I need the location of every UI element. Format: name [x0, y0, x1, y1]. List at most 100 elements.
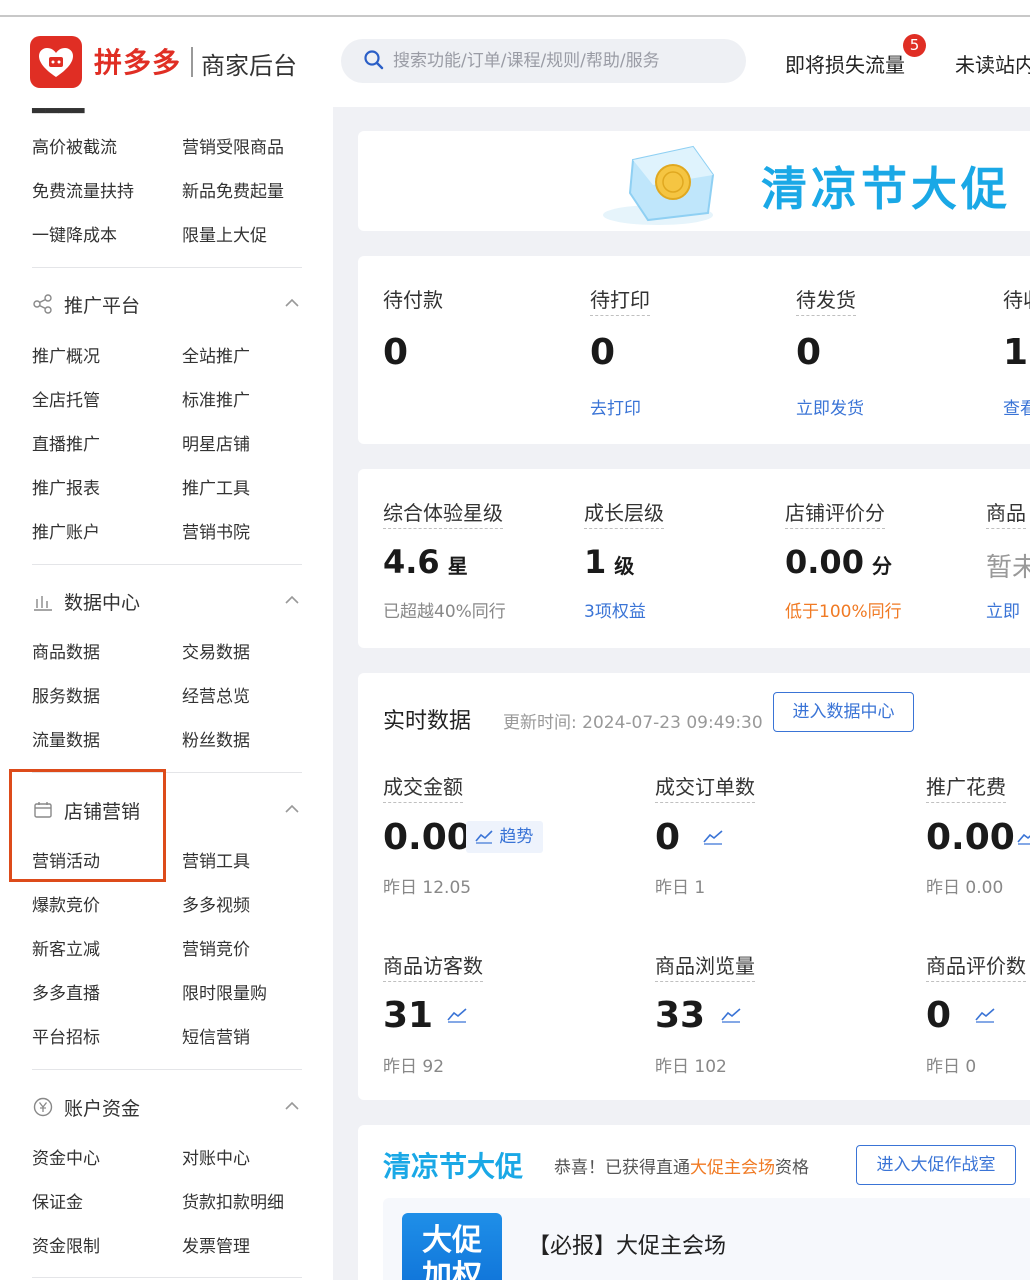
- update-time: 更新时间: 2024-07-23 09:49:30: [503, 713, 763, 733]
- trend-icon[interactable]: [702, 828, 724, 846]
- section-title-data-center[interactable]: 数据中心: [64, 588, 140, 615]
- shop-stat-value: 暂未: [986, 553, 1030, 583]
- global-search[interactable]: [341, 39, 746, 83]
- sidebar-item[interactable]: 新客立减: [32, 935, 100, 960]
- sidebar-item[interactable]: 高价被截流: [32, 133, 117, 158]
- sidebar-item[interactable]: 发票管理: [182, 1232, 250, 1257]
- go-print-link[interactable]: 去打印: [590, 394, 641, 419]
- chevron-up-icon[interactable]: [283, 803, 301, 815]
- annotation-highlight-box: [9, 769, 166, 882]
- sidebar-item[interactable]: 平台招标: [32, 1023, 100, 1048]
- sidebar-item[interactable]: 推广报表: [32, 474, 100, 499]
- metric-label: 推广花费: [926, 771, 1006, 803]
- metric-value: 0: [655, 817, 681, 858]
- trend-icon[interactable]: [720, 1006, 742, 1024]
- sidebar-item[interactable]: 标准推广: [182, 386, 250, 411]
- pinduoduo-logo-icon[interactable]: [30, 36, 82, 88]
- sidebar-item[interactable]: 营销竞价: [182, 935, 250, 960]
- trend-icon[interactable]: [446, 1006, 468, 1024]
- search-icon: [364, 50, 384, 70]
- realtime-data-card: 实时数据 更新时间: 2024-07-23 09:49:30 进入数据中心 成交…: [358, 673, 1030, 1100]
- trend-label: 趋势: [499, 827, 534, 847]
- bar-chart-icon: [34, 596, 52, 611]
- sidebar-item[interactable]: 直播推广: [32, 430, 100, 455]
- sidebar-item[interactable]: 服务数据: [32, 682, 100, 707]
- header-link-traffic-loss[interactable]: 即将损失流量: [785, 49, 905, 78]
- chevron-up-icon[interactable]: [283, 1100, 301, 1112]
- section-title-account-funds[interactable]: 账户资金: [64, 1094, 140, 1121]
- sidebar-item[interactable]: 营销受限商品: [182, 133, 284, 158]
- promo-item-row[interactable]: 大促 加权 【必报】大促主会场: [383, 1198, 1030, 1280]
- sidebar-item[interactable]: 全站推广: [182, 342, 250, 367]
- header-link-unread-messages[interactable]: 未读站内: [955, 49, 1030, 78]
- sidebar-item[interactable]: 限量上大促: [182, 221, 267, 246]
- trend-icon[interactable]: [974, 1006, 996, 1024]
- ship-now-link[interactable]: 立即发货: [796, 394, 864, 419]
- sidebar-item[interactable]: 短信营销: [182, 1023, 250, 1048]
- sidebar-divider: [32, 564, 302, 565]
- sidebar-item[interactable]: 对账中心: [182, 1144, 250, 1169]
- sidebar-item[interactable]: 货款扣款明细: [182, 1188, 284, 1213]
- order-label: 待发货: [796, 284, 856, 316]
- sidebar-item[interactable]: 交易数据: [182, 638, 250, 663]
- sidebar-item[interactable]: 粉丝数据: [182, 726, 250, 751]
- sidebar-item[interactable]: 经营总览: [182, 682, 250, 707]
- trend-button[interactable]: 趋势: [466, 821, 544, 853]
- sidebar-item[interactable]: 商品数据: [32, 638, 100, 663]
- view-link[interactable]: 查看: [1003, 394, 1030, 419]
- order-status-card: 待付款 0 待打印 0 去打印 待发货 0 立即发货 待收货 11 查看: [358, 256, 1030, 444]
- brand-divider: [191, 47, 193, 77]
- sidebar-item[interactable]: 推广概况: [32, 342, 100, 367]
- order-value[interactable]: 0: [383, 332, 408, 373]
- shop-stat-sub-warning: 低于100%同行: [785, 602, 902, 622]
- sidebar-item[interactable]: 营销书院: [182, 518, 250, 543]
- sidebar-item[interactable]: 爆款竞价: [32, 891, 100, 916]
- sidebar-item[interactable]: 推广工具: [182, 474, 250, 499]
- promo-banner[interactable]: 清凉节大促: [358, 131, 1030, 231]
- metric-value: 0.00: [926, 817, 1015, 858]
- order-value[interactable]: 11: [1003, 332, 1030, 373]
- shop-stats-card: 综合体验星级 4.6 星 已超越40%同行 成长层级 1级 3项权益 店铺评价分 …: [358, 469, 1030, 648]
- brand-name[interactable]: 拼多多: [94, 41, 181, 81]
- chevron-up-icon[interactable]: [283, 594, 301, 606]
- brand-subtitle: 商家后台: [201, 52, 297, 80]
- metric-label: 商品浏览量: [655, 950, 755, 982]
- sidebar-item[interactable]: 资金限制: [32, 1232, 100, 1257]
- metric-yesterday: 昨日 92: [383, 1057, 445, 1077]
- sidebar-item[interactable]: 资金中心: [32, 1144, 100, 1169]
- sidebar-item[interactable]: 新品免费起量: [182, 177, 284, 202]
- sidebar-item[interactable]: 保证金: [32, 1188, 83, 1213]
- order-value[interactable]: 0: [590, 332, 615, 373]
- sidebar-item[interactable]: 限时限量购: [182, 979, 267, 1004]
- sidebar-item[interactable]: 推广账户: [32, 518, 100, 543]
- metric-label: 成交金额: [383, 771, 463, 803]
- sidebar-item[interactable]: 多多直播: [32, 979, 100, 1004]
- sidebar-item[interactable]: 明星店铺: [182, 430, 250, 455]
- search-input[interactable]: [393, 47, 733, 75]
- yen-icon: [33, 1097, 53, 1117]
- shop-stat-value: 0.00 分: [785, 543, 892, 581]
- enter-war-room-button[interactable]: 进入大促作战室: [856, 1145, 1016, 1185]
- sidebar-item[interactable]: 一键降成本: [32, 221, 117, 246]
- promo-item-title: 【必报】大促主会场: [528, 1234, 727, 1259]
- sidebar-item[interactable]: 多多视频: [182, 891, 250, 916]
- metric-yesterday: 昨日 1: [655, 878, 706, 898]
- trend-icon[interactable]: [1016, 828, 1030, 846]
- shop-stat-value: 4.6 星: [383, 543, 468, 581]
- order-value[interactable]: 0: [796, 332, 821, 373]
- sidebar-item[interactable]: 营销工具: [182, 847, 250, 872]
- top-header: 拼多多 商家后台 即将损失流量 5 未读站内: [0, 17, 1030, 107]
- sidebar-item[interactable]: 免费流量扶持: [32, 177, 134, 202]
- sidebar-item[interactable]: 流量数据: [32, 726, 100, 751]
- section-title-promotion[interactable]: 推广平台: [64, 291, 140, 318]
- promo-qualification-text: 恭喜！已获得直通大促主会场资格: [554, 1158, 809, 1178]
- order-label: 待打印: [590, 284, 650, 316]
- enter-data-center-button[interactable]: 进入数据中心: [773, 692, 914, 732]
- sidebar-item[interactable]: 全店托管: [32, 386, 100, 411]
- rights-link[interactable]: 3项权益: [584, 597, 646, 622]
- shop-stat-link[interactable]: 立即: [986, 597, 1020, 622]
- sidebar-divider: [32, 267, 302, 268]
- metric-label: 成交订单数: [655, 771, 755, 803]
- chevron-up-icon[interactable]: [283, 297, 301, 309]
- share-icon: [33, 294, 52, 314]
